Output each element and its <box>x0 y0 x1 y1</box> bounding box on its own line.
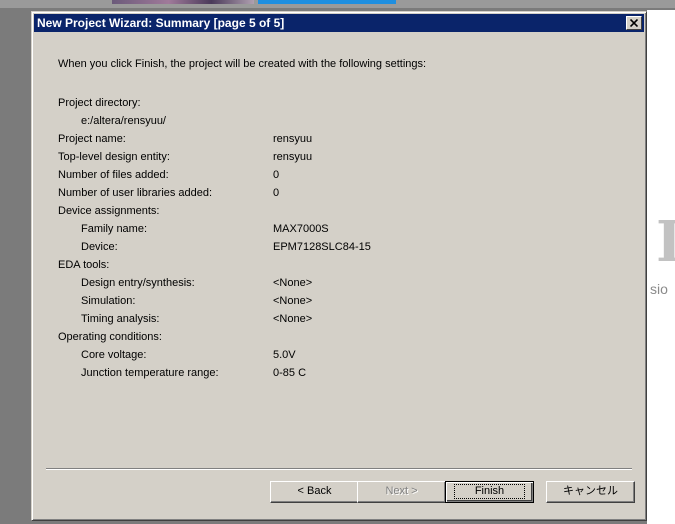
new-project-wizard-dialog: New Project Wizard: Summary [page 5 of 5… <box>31 11 647 521</box>
user-libraries-value: 0 <box>273 187 280 199</box>
simulation-label: Simulation: <box>81 295 136 307</box>
back-button-label: < Back <box>297 485 332 497</box>
background-partial-text: sio <box>650 281 668 297</box>
close-button[interactable] <box>626 16 642 30</box>
finish-button-label: Finish <box>453 484 526 499</box>
core-voltage-value: 5.0V <box>273 349 296 361</box>
files-added-label: Number of files added: <box>58 169 169 181</box>
eda-tools-label: EDA tools: <box>58 259 110 271</box>
design-entry-value: <None> <box>273 277 313 289</box>
window-title: New Project Wizard: Summary [page 5 of 5… <box>37 16 285 30</box>
cancel-button[interactable]: キャンセル <box>546 481 635 503</box>
device-label: Device: <box>81 241 118 253</box>
family-name-value: MAX7000S <box>273 223 329 235</box>
device-assignments-label: Device assignments: <box>58 205 160 217</box>
finish-button[interactable]: Finish <box>445 481 534 503</box>
cancel-button-label: キャンセル <box>563 485 618 497</box>
family-name-label: Family name: <box>81 223 148 235</box>
timing-analysis-value: <None> <box>273 313 313 325</box>
background-blue-bar <box>258 0 396 4</box>
junction-temperature-label: Junction temperature range: <box>81 367 219 379</box>
core-voltage-label: Core voltage: <box>81 349 147 361</box>
summary-panel: When you click Finish, the project will … <box>32 34 646 464</box>
design-entry-label: Design entry/synthesis: <box>81 277 195 289</box>
background-thumbnail <box>112 0 254 4</box>
next-button[interactable]: Next > <box>357 481 446 503</box>
intro-text: When you click Finish, the project will … <box>58 58 427 70</box>
next-button-label: Next > <box>385 485 418 497</box>
project-directory-label: Project directory: <box>58 97 141 109</box>
top-level-entity-value: rensyuu <box>273 151 313 163</box>
project-name-value: rensyuu <box>273 133 313 145</box>
operating-conditions-label: Operating conditions: <box>58 331 162 343</box>
timing-analysis-label: Timing analysis: <box>81 313 160 325</box>
button-separator <box>46 468 632 470</box>
project-name-label: Project name: <box>58 133 126 145</box>
title-bar[interactable]: New Project Wizard: Summary [page 5 of 5… <box>34 14 644 32</box>
user-libraries-label: Number of user libraries added: <box>58 187 213 199</box>
files-added-value: 0 <box>273 169 280 181</box>
close-icon <box>630 19 638 27</box>
simulation-value: <None> <box>273 295 313 307</box>
device-value: EPM7128SLC84-15 <box>273 241 371 253</box>
background-letter: I <box>656 209 675 275</box>
junction-temperature-value: 0-85 C <box>273 367 307 379</box>
top-level-entity-label: Top-level design entity: <box>58 151 170 163</box>
project-directory-value: e:/altera/rensyuu/ <box>81 115 166 127</box>
back-button[interactable]: < Back <box>270 481 359 503</box>
